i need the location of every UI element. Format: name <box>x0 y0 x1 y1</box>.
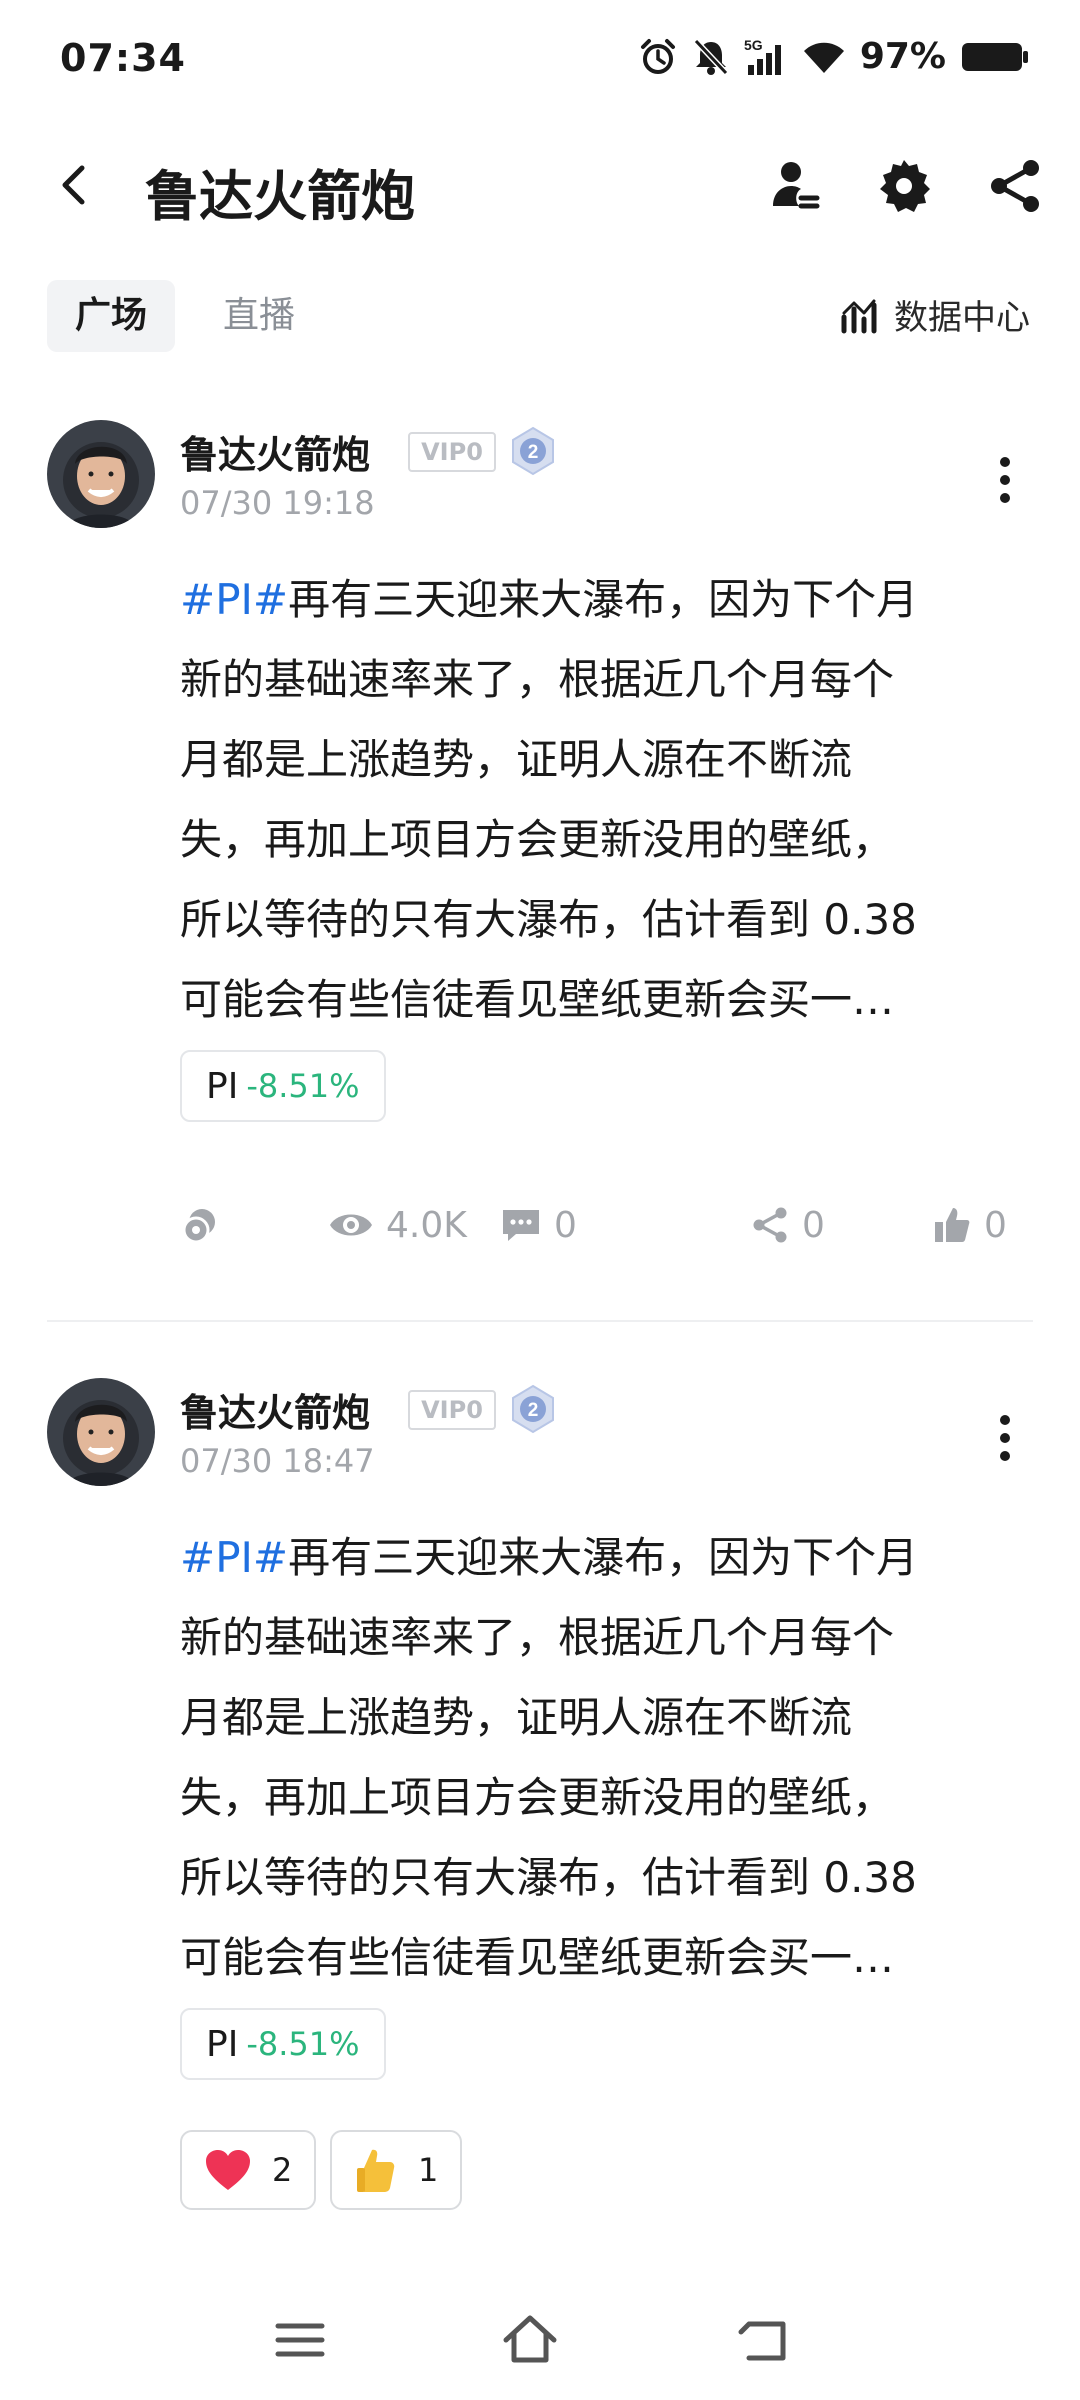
data-center-label: 数据中心 <box>894 298 1030 338</box>
back-icon[interactable] <box>50 160 100 210</box>
comment-button[interactable]: 0 <box>500 1195 577 1255</box>
tip-button[interactable] <box>180 1195 222 1255</box>
reaction-count: 2 <box>272 2151 293 2189</box>
avatar[interactable] <box>47 1378 155 1486</box>
reaction-count: 1 <box>418 2151 439 2189</box>
share-icon[interactable] <box>985 156 1045 216</box>
heart-icon <box>206 2150 250 2190</box>
coin-name: PI <box>206 2023 239 2065</box>
signal-5g-icon: 5G <box>744 37 781 75</box>
tab-square[interactable]: 广场 <box>47 280 176 352</box>
post-line: 可能会有些信徒看见壁纸更新会买一… <box>180 1933 895 1982</box>
post-card[interactable]: 鲁达火箭炮 VIP0 2 07/30 19:18 #PI#再有三天迎来大瀑布，因… <box>0 420 1080 1320</box>
network-label: 5G <box>744 37 763 53</box>
tab-live[interactable]: 直播 <box>195 280 323 352</box>
more-icon[interactable] <box>990 1408 1020 1468</box>
avatar[interactable] <box>47 420 155 528</box>
hashtag-link[interactable]: #PI# <box>180 1533 288 1582</box>
level-badge: 2 <box>512 1384 554 1434</box>
post-time: 07/30 18:47 <box>180 1442 375 1480</box>
user-manage-icon[interactable] <box>765 156 825 216</box>
post-content[interactable]: #PI#再有三天迎来大瀑布，因为下个月 新的基础速率来了，根据近几个月每个 月都… <box>180 560 1030 1040</box>
post-line: 新的基础速率来了，根据近几个月每个 <box>180 1613 895 1662</box>
more-icon[interactable] <box>990 450 1020 510</box>
views-counter: 4.0K <box>328 1195 467 1255</box>
thumbs-up-icon <box>935 1208 970 1242</box>
menu-icon[interactable] <box>270 2310 330 2370</box>
status-bar: 07:34 5G 97% <box>0 0 1080 110</box>
post-line: 新的基础速率来了，根据近几个月每个 <box>180 655 895 704</box>
views-count: 4.0K <box>386 1204 467 1246</box>
post-actions: 4.0K 0 0 0 <box>180 1195 1030 1255</box>
level-badge: 2 <box>512 426 554 476</box>
battery-percent: 97% <box>859 36 946 77</box>
author-name[interactable]: 鲁达火箭炮 <box>180 1382 370 1437</box>
post-line: 所以等待的只有大瀑布，估计看到 0.38 <box>180 895 917 944</box>
alarm-icon <box>640 38 675 74</box>
system-nav-bar <box>0 2290 1080 2400</box>
status-icons: 5G 97% <box>638 36 1030 77</box>
post-divider <box>47 1320 1033 1322</box>
share-icon <box>753 1207 787 1243</box>
post-content[interactable]: #PI#再有三天迎来大瀑布，因为下个月 新的基础速率来了，根据近几个月每个 月都… <box>180 1518 1030 1998</box>
post-time: 07/30 19:18 <box>180 484 375 522</box>
likes-count: 0 <box>984 1204 1007 1246</box>
page-title: 鲁达火箭炮 <box>145 165 415 228</box>
comments-count: 0 <box>554 1204 577 1246</box>
post-line: #PI#再有三天迎来大瀑布，因为下个月 <box>180 1533 919 1582</box>
post-line: 所以等待的只有大瀑布，估计看到 0.38 <box>180 1853 917 1902</box>
battery-icon <box>962 42 1028 71</box>
post-line: 失，再加上项目方会更新没用的壁纸， <box>180 1773 895 1822</box>
post-line: 月都是上涨趋势，证明人源在不断流 <box>180 1693 853 1742</box>
bell-off-icon <box>693 38 729 75</box>
coin-change: -8.51% <box>246 2025 360 2063</box>
tab-bar: 广场 直播 数据中心 <box>0 280 1080 356</box>
thumbs-up-icon <box>357 2149 395 2192</box>
reaction-thumbs-up[interactable]: 1 <box>330 2130 463 2210</box>
coin-tag[interactable]: PI -8.51% <box>180 2008 386 2080</box>
hashtag-link[interactable]: #PI# <box>180 575 288 624</box>
vip-badge: VIP0 <box>408 432 496 472</box>
shares-count: 0 <box>802 1204 825 1246</box>
coin-tag[interactable]: PI -8.51% <box>180 1050 386 1122</box>
level-text: 2 <box>528 442 539 463</box>
status-time: 07:34 <box>60 36 186 80</box>
back-nav-icon[interactable] <box>735 2310 795 2370</box>
vip-badge: VIP0 <box>408 1390 496 1430</box>
home-icon[interactable] <box>500 2310 560 2370</box>
coin-name: PI <box>206 1065 239 1107</box>
post-line: 可能会有些信徒看见壁纸更新会买一… <box>180 975 895 1024</box>
post-line: #PI#再有三天迎来大瀑布，因为下个月 <box>180 575 919 624</box>
wifi-icon <box>803 42 844 73</box>
like-button[interactable]: 0 <box>932 1195 1007 1255</box>
coin-change: -8.51% <box>246 1067 360 1105</box>
data-center-button[interactable]: 数据中心 <box>840 290 1030 339</box>
post-line: 月都是上涨趋势，证明人源在不断流 <box>180 735 853 784</box>
reaction-heart[interactable]: 2 <box>180 2130 317 2210</box>
share-post-button[interactable]: 0 <box>750 1195 825 1255</box>
coin-icon <box>182 1209 215 1244</box>
post-line: 失，再加上项目方会更新没用的壁纸， <box>180 815 895 864</box>
comment-icon <box>503 1210 539 1241</box>
page-header: 鲁达火箭炮 <box>0 130 1080 240</box>
chart-icon <box>841 299 877 333</box>
eye-icon <box>330 1214 372 1236</box>
gear-icon[interactable] <box>875 156 935 216</box>
level-text: 2 <box>528 1400 539 1421</box>
author-name[interactable]: 鲁达火箭炮 <box>180 424 370 479</box>
post-card[interactable]: 鲁达火箭炮 VIP0 2 07/30 18:47 #PI#再有三天迎来大瀑布，因… <box>0 1378 1080 2278</box>
